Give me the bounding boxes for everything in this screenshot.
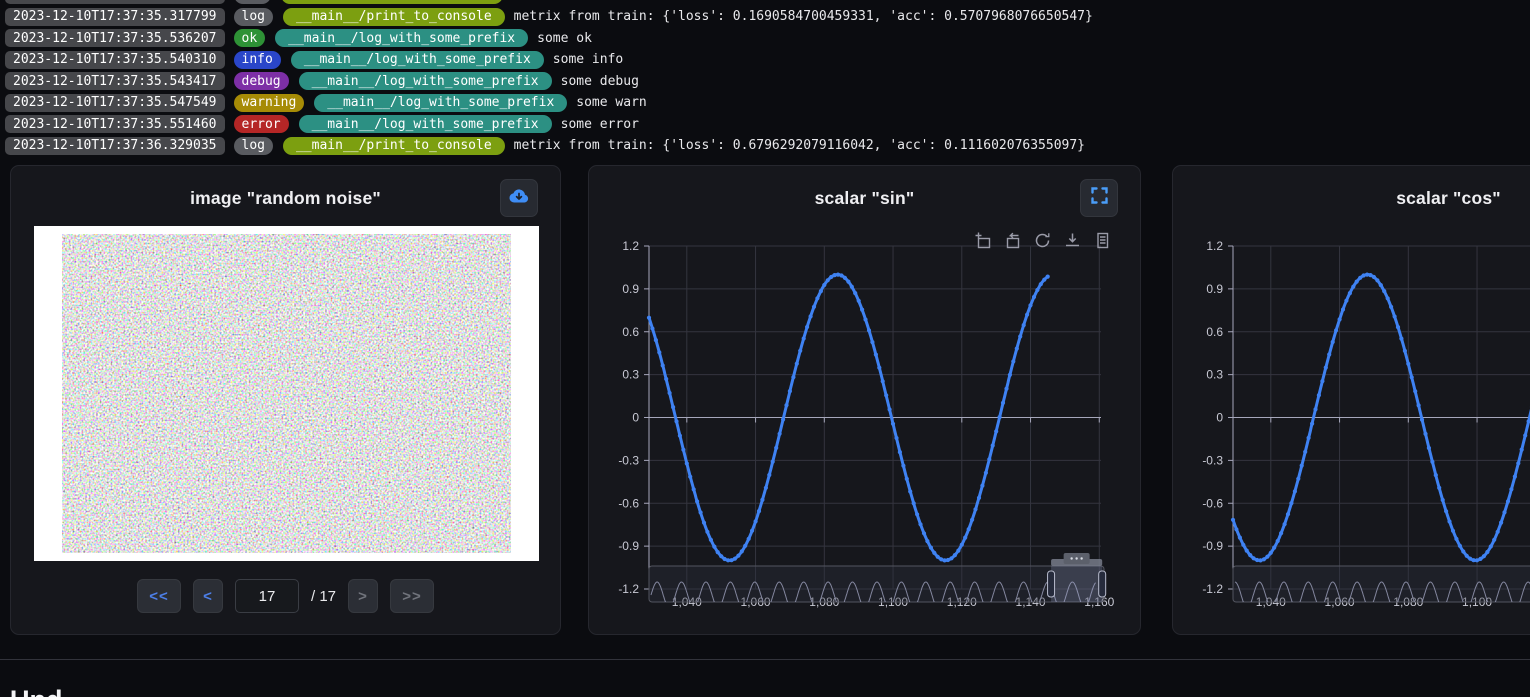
toolbox-restore-icon[interactable] — [1034, 232, 1051, 249]
svg-text:0.9: 0.9 — [1206, 282, 1223, 296]
log-channel-badge: __main__/print_to_console — [283, 8, 505, 26]
log-message: metrix from train: {'loss': 0.6796292079… — [514, 138, 1085, 153]
svg-text:-1.2: -1.2 — [618, 582, 639, 596]
log-message: metrix from train: {'loss': 0.1690584700… — [514, 9, 1093, 24]
log-level-badge: info — [234, 51, 281, 69]
log-level-badge: log — [234, 8, 273, 26]
random-noise-image — [34, 226, 539, 561]
scalar-cos-card: scalar "cos" 1.2 0.9 0.6 0.3 0 -0.3 -0.6 -0.9 -1… — [1172, 165, 1530, 635]
log-timestamp: 2023-12-10T17:37:35.540310 — [5, 51, 225, 69]
log-message: some ok — [537, 31, 592, 46]
log-timestamp: 2023-12-10T17:37:35.317799 — [5, 8, 225, 26]
svg-text:-0.9: -0.9 — [1202, 539, 1223, 553]
svg-text:0: 0 — [632, 411, 639, 425]
log-console: 2023-12-10T17:37:35.317799 log __main__/pr… — [5, 0, 1525, 155]
image-card: image "random noise" << < / 17 > >> — [10, 165, 561, 635]
sin-card-title: scalar "sin" — [589, 188, 1140, 209]
log-row: 2023-12-10T17:37:35.547549 warning __main_… — [5, 94, 1525, 112]
log-timestamp: 2023-12-10T17:37:35.536207 — [5, 29, 225, 47]
section-divider — [0, 659, 1530, 660]
svg-text:-0.6: -0.6 — [1202, 496, 1223, 510]
log-message: some error — [561, 117, 639, 132]
svg-text:0.6: 0.6 — [622, 325, 639, 339]
svg-text:-0.3: -0.3 — [618, 453, 639, 467]
log-channel-badge: __main__/log_with_some_prefix — [314, 94, 567, 112]
svg-text:0.3: 0.3 — [1206, 368, 1223, 382]
log-row: 2023-12-10T17:37:35.540310 info __main__/l… — [5, 51, 1525, 69]
svg-text:0: 0 — [1216, 411, 1223, 425]
fullscreen-button[interactable] — [1080, 179, 1118, 217]
section-heading: Und — [10, 685, 62, 697]
cos-card-title: scalar "cos" — [1173, 188, 1530, 209]
svg-text:-1.2: -1.2 — [1202, 582, 1223, 596]
prev-page-button[interactable]: < — [193, 579, 223, 613]
log-level-badge: error — [234, 115, 289, 133]
log-level-badge: log — [234, 137, 273, 155]
scalar-sin-card: scalar "sin" 1.2 0.9 0.6 0.3 0 -0.3 -0.6 -0.9 -1… — [588, 165, 1141, 635]
svg-text:-0.3: -0.3 — [1202, 453, 1223, 467]
toolbox-datazoom-reset-icon[interactable] — [1004, 232, 1021, 249]
log-message: some debug — [561, 74, 639, 89]
chart-toolbox — [974, 232, 1111, 249]
fullscreen-icon — [1091, 187, 1108, 209]
log-row: 2023-12-10T17:37:35.543417 debug __main__/… — [5, 72, 1525, 90]
log-channel-badge: __main__/log_with_some_prefix — [299, 115, 552, 133]
svg-text:0.6: 0.6 — [1206, 325, 1223, 339]
log-channel-badge: __main__/print_to_console — [283, 137, 505, 155]
log-timestamp: 2023-12-10T17:37:36.329035 — [5, 137, 225, 155]
log-row — [5, 0, 1525, 4]
image-card-title: image "random noise" — [11, 188, 560, 209]
log-level-badge — [234, 0, 271, 4]
datazoom-slider[interactable] — [649, 566, 1104, 602]
toolbox-save-image-icon[interactable] — [1064, 232, 1081, 249]
log-message: some warn — [576, 95, 646, 110]
last-page-button[interactable]: >> — [390, 579, 434, 613]
log-row: 2023-12-10T17:37:36.329035 log __main__/pr… — [5, 137, 1525, 155]
datazoom-window[interactable] — [1051, 566, 1102, 602]
noise-pixels — [62, 234, 511, 553]
sin-chart[interactable]: 1.20.90.60.30-0.3-0.6-0.9-1.21,0401,0601… — [589, 229, 1142, 614]
log-timestamp: 2023-12-10T17:37:35.547549 — [5, 94, 225, 112]
log-timestamp — [5, 0, 225, 4]
svg-text:0.9: 0.9 — [622, 282, 639, 296]
datazoom-handle-left[interactable] — [1048, 571, 1055, 597]
log-timestamp: 2023-12-10T17:37:35.543417 — [5, 72, 225, 90]
first-page-button[interactable]: << — [137, 579, 181, 613]
datazoom-handle-right[interactable] — [1099, 571, 1106, 597]
next-page-button[interactable]: > — [348, 579, 378, 613]
log-level-badge: debug — [234, 72, 289, 90]
cos-chart[interactable]: 1.20.90.60.30-0.3-0.6-0.9-1.21,0401,0601… — [1173, 229, 1530, 614]
log-row: 2023-12-10T17:37:35.317799 log __main__/pr… — [5, 8, 1525, 26]
image-pagination: << < / 17 > >> — [11, 579, 560, 613]
svg-text:-0.6: -0.6 — [618, 496, 639, 510]
toolbox-datazoom-icon[interactable] — [974, 232, 991, 249]
log-channel-badge: __main__/log_with_some_prefix — [291, 51, 544, 69]
svg-text:1.2: 1.2 — [1206, 239, 1223, 253]
page-total-label: / 17 — [311, 588, 336, 605]
svg-text:1.2: 1.2 — [622, 239, 639, 253]
log-row: 2023-12-10T17:37:35.551460 error __main__/… — [5, 115, 1525, 133]
svg-text:0.3: 0.3 — [622, 368, 639, 382]
svg-text:-0.9: -0.9 — [618, 539, 639, 553]
log-channel-badge — [281, 0, 503, 4]
log-row: 2023-12-10T17:37:35.536207 ok __main__/log… — [5, 29, 1525, 47]
toolbox-dataview-icon[interactable] — [1094, 232, 1111, 249]
log-timestamp: 2023-12-10T17:37:35.551460 — [5, 115, 225, 133]
log-message: some info — [553, 52, 623, 67]
log-channel-badge: __main__/log_with_some_prefix — [275, 29, 528, 47]
cloud-download-icon — [508, 187, 530, 210]
log-level-badge: warning — [234, 94, 305, 112]
log-level-badge: ok — [234, 29, 266, 47]
log-channel-badge: __main__/log_with_some_prefix — [299, 72, 552, 90]
download-image-button[interactable] — [500, 179, 538, 217]
page-input[interactable] — [235, 579, 299, 613]
